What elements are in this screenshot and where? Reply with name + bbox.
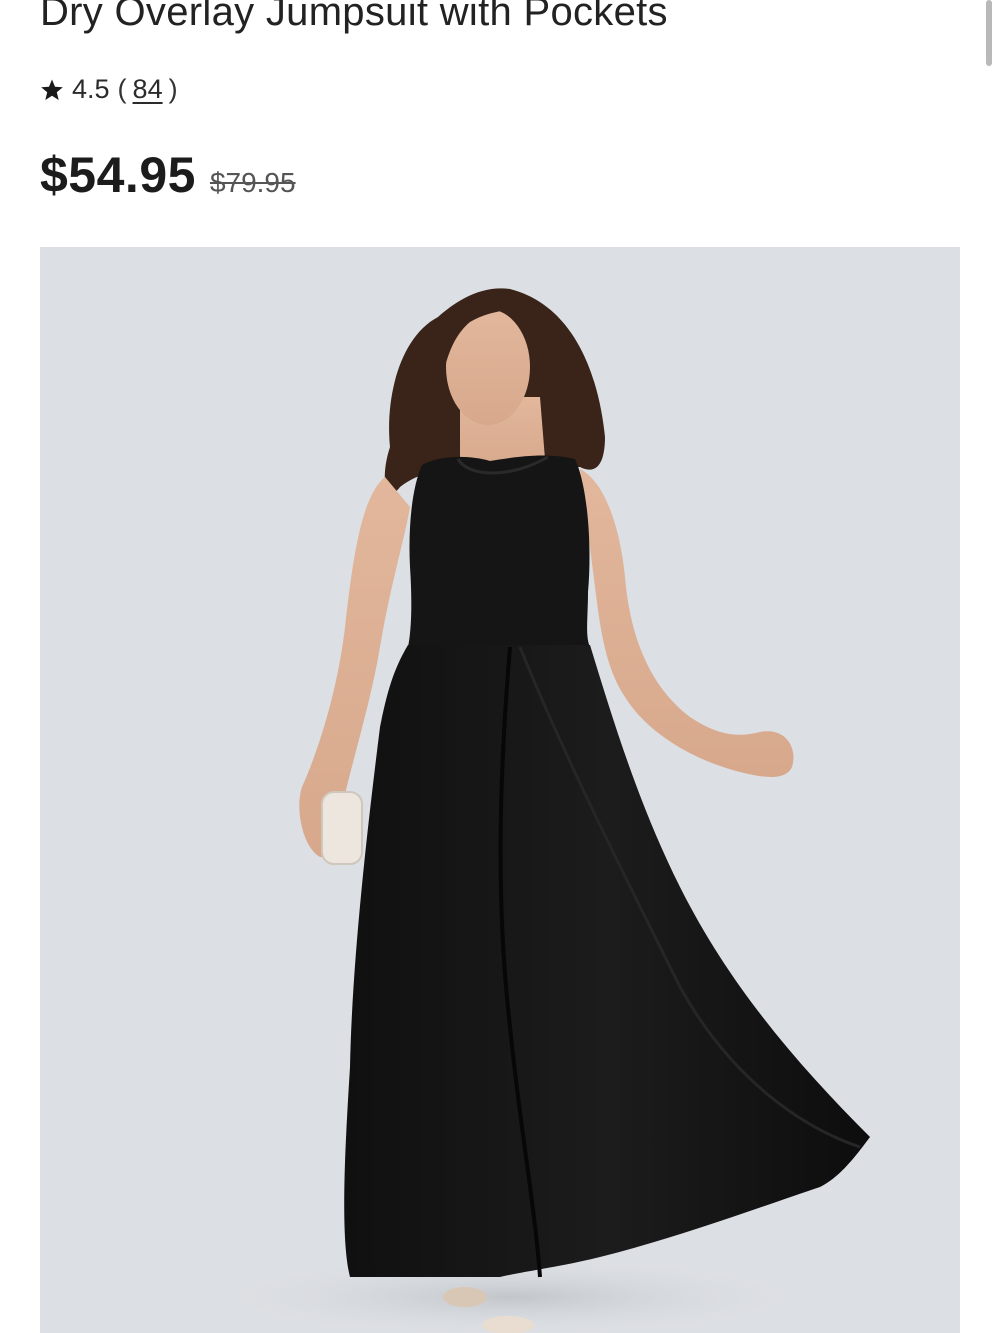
rating-open-paren: ( — [117, 74, 127, 104]
skirt-overlay — [344, 645, 870, 1277]
rating-close-paren: ) — [168, 74, 178, 104]
model-illustration — [210, 288, 870, 1333]
product-title: Dry Overlay Jumpsuit with Pockets — [40, 0, 668, 34]
rating-value: 4.5 — [72, 74, 110, 104]
left-foot — [443, 1287, 487, 1307]
clutch-bag — [321, 791, 363, 865]
original-price: $79.95 — [209, 167, 296, 198]
price-row: $54.95 $79.95 — [40, 146, 296, 204]
rating-row: 4.5 ( 84 ) — [40, 74, 178, 105]
review-count-link[interactable]: 84 — [133, 74, 163, 105]
bodice — [408, 455, 590, 647]
sale-price: $54.95 — [40, 147, 196, 203]
scrollbar[interactable] — [986, 0, 992, 66]
product-page: Dry Overlay Jumpsuit with Pockets 4.5 ( … — [0, 0, 1000, 1333]
product-image[interactable] — [40, 247, 960, 1333]
star-icon — [40, 78, 64, 102]
